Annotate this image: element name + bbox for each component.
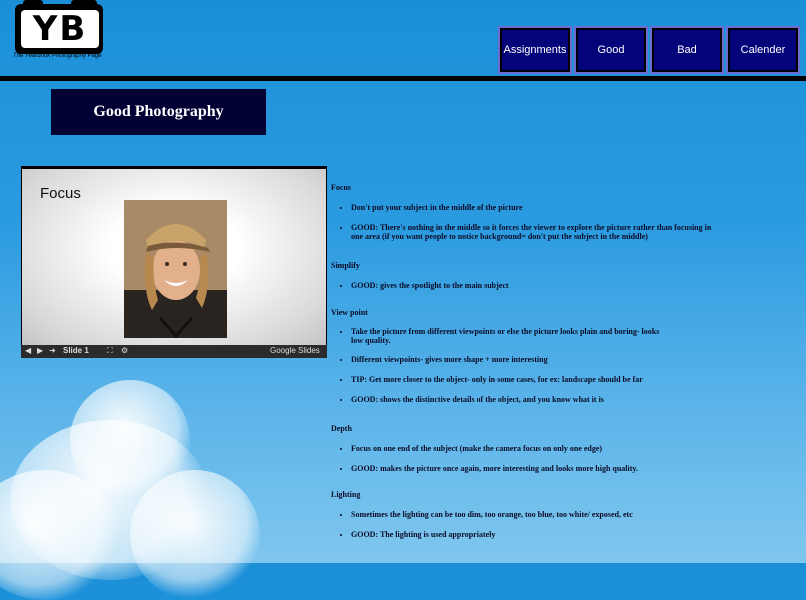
- list-item: GOOD: There's nothing in the middle so i…: [351, 223, 716, 241]
- logo-letters: YB: [21, 10, 99, 48]
- bullet-list: Don't put your subject in the middle of …: [331, 203, 716, 241]
- section-heading: Depth: [331, 424, 352, 433]
- main-nav: Assignments Good Bad Calender: [498, 26, 802, 74]
- list-item: Focus on one end of the subject (make th…: [351, 444, 716, 453]
- list-item: TIP: Get more closer to the object- only…: [351, 375, 716, 384]
- site-logo[interactable]: YB The Yearbook Photography Page: [13, 0, 111, 62]
- play-icon[interactable]: ▶: [37, 346, 43, 355]
- nav-bad-button[interactable]: Bad: [650, 26, 724, 74]
- bullet-list: Sometimes the lighting can be too dim, t…: [331, 510, 716, 539]
- embedded-slideshow[interactable]: Focus ◀ ▶ ➜ Slide 1 ⛶ ⚙ Google Slides: [21, 166, 327, 358]
- list-item: Don't put your subject in the middle of …: [351, 203, 716, 212]
- header-divider: [0, 76, 806, 81]
- section-heading: Lighting: [331, 490, 361, 499]
- slide-toolbar: ◀ ▶ ➜ Slide 1 ⛶ ⚙ Google Slides: [21, 345, 327, 358]
- list-item: Sometimes the lighting can be too dim, t…: [351, 510, 716, 519]
- section-focus: Focus Don't put your subject in the midd…: [331, 183, 716, 241]
- next-slide-icon[interactable]: ➜: [49, 346, 56, 355]
- slide-photo: [124, 200, 227, 338]
- section-depth: Depth Focus on one end of the subject (m…: [331, 424, 716, 473]
- cloud-decoration: [130, 470, 260, 600]
- slide-title: Focus: [40, 185, 81, 202]
- bullet-list: Take the picture from different viewpoin…: [331, 327, 716, 404]
- google-slides-brand[interactable]: Google Slides: [270, 346, 320, 355]
- previous-slide-icon[interactable]: ◀: [25, 346, 31, 355]
- list-item: GOOD: makes the picture once again, more…: [351, 464, 716, 473]
- section-heading: View point: [331, 308, 368, 317]
- list-item: GOOD: The lighting is used appropriately: [351, 530, 716, 539]
- section-heading: Focus: [331, 183, 351, 192]
- logo-caption: The Yearbook Photography Page: [13, 53, 102, 59]
- list-item: GOOD: gives the spotlight to the main su…: [351, 281, 716, 290]
- section-heading: Simplify: [331, 261, 360, 270]
- slide-number-dropdown[interactable]: Slide 1: [63, 346, 89, 355]
- section-lighting: Lighting Sometimes the lighting can be t…: [331, 490, 716, 539]
- page-title: Good Photography: [51, 89, 266, 135]
- fullscreen-icon[interactable]: ⛶: [107, 346, 113, 356]
- list-item: Different viewpoints- gives more shape +…: [351, 355, 716, 364]
- settings-gear-icon[interactable]: ⚙: [121, 346, 128, 355]
- slide-canvas: Focus: [22, 169, 326, 345]
- nav-good-button[interactable]: Good: [574, 26, 648, 74]
- section-view-point: View point Take the picture from differe…: [331, 308, 716, 404]
- list-item: Take the picture from different viewpoin…: [351, 327, 671, 345]
- bullet-list: Focus on one end of the subject (make th…: [331, 444, 716, 473]
- nav-calender-button[interactable]: Calender: [726, 26, 800, 74]
- section-simplify: Simplify GOOD: gives the spotlight to th…: [331, 261, 716, 290]
- list-item: GOOD: shows the distinctive details of t…: [351, 395, 716, 404]
- bullet-list: GOOD: gives the spotlight to the main su…: [331, 281, 716, 290]
- nav-assignments-button[interactable]: Assignments: [498, 26, 572, 74]
